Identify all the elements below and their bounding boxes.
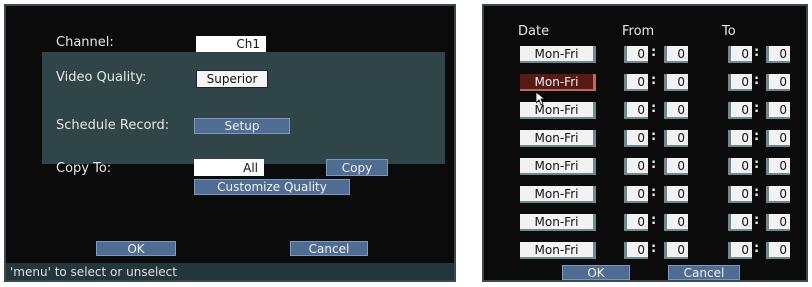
from-hour-field[interactable]: 0: [624, 46, 648, 63]
from-hour-field[interactable]: 0: [624, 158, 648, 175]
day-select[interactable]: Mon-Fri: [520, 214, 596, 231]
day-select[interactable]: Mon-Fri: [520, 158, 596, 175]
to-hour-field[interactable]: 0: [728, 242, 752, 259]
day-select[interactable]: Mon-Fri: [520, 186, 596, 203]
quality-section: Video Quality: Superior Schedule Record:…: [42, 52, 445, 164]
time-separator: :: [651, 185, 657, 200]
from-minute-field[interactable]: 0: [664, 242, 688, 259]
to-minute-field[interactable]: 0: [766, 102, 790, 119]
time-separator: :: [754, 101, 760, 116]
from-hour-field[interactable]: 0: [624, 102, 648, 119]
from-hour-field[interactable]: 0: [624, 214, 648, 231]
video-quality-label: Video Quality:: [56, 70, 147, 85]
day-select[interactable]: Mon-Fri: [520, 74, 596, 91]
date-header: Date: [518, 24, 550, 39]
time-separator: :: [651, 73, 657, 88]
from-header: From: [622, 24, 655, 39]
day-select[interactable]: Mon-Fri: [520, 46, 596, 63]
to-minute-field[interactable]: 0: [766, 214, 790, 231]
mouse-pointer-icon: [536, 92, 546, 106]
to-minute-field[interactable]: 0: [766, 186, 790, 203]
copy-to-label: Copy To:: [56, 161, 112, 176]
to-minute-field[interactable]: 0: [766, 242, 790, 259]
cancel-button[interactable]: Cancel: [290, 241, 368, 256]
day-select[interactable]: Mon-Fri: [520, 130, 596, 147]
from-minute-field[interactable]: 0: [664, 102, 688, 119]
time-separator: :: [651, 213, 657, 228]
to-hour-field[interactable]: 0: [728, 102, 752, 119]
record-settings-panel: Channel: Ch1 Video Quality: Superior Sch…: [4, 4, 456, 282]
schedule-panel: Date From To Mon-Fri 0 0 0 0:: Mon-Fri 0 0 0 0:: M…: [482, 4, 808, 282]
schedule-cancel-button[interactable]: Cancel: [668, 265, 740, 280]
to-minute-field[interactable]: 0: [766, 130, 790, 147]
channel-select[interactable]: Ch1: [196, 36, 266, 52]
from-hour-field[interactable]: 0: [624, 74, 648, 91]
to-hour-field[interactable]: 0: [728, 46, 752, 63]
time-separator: :: [651, 129, 657, 144]
to-header: To: [722, 24, 736, 39]
time-separator: :: [651, 157, 657, 172]
time-separator: :: [651, 101, 657, 116]
copy-to-select[interactable]: All: [194, 159, 264, 176]
to-minute-field[interactable]: 0: [766, 158, 790, 175]
setup-button[interactable]: Setup: [194, 118, 290, 134]
copy-button[interactable]: Copy: [326, 159, 388, 176]
day-select[interactable]: Mon-Fri: [520, 242, 596, 259]
from-hour-field[interactable]: 0: [624, 242, 648, 259]
schedule-ok-button[interactable]: OK: [562, 265, 630, 280]
time-separator: :: [754, 241, 760, 256]
video-quality-select[interactable]: Superior: [196, 70, 268, 88]
status-bar: 'menu' to select or unselect: [6, 263, 454, 280]
time-separator: :: [651, 241, 657, 256]
from-minute-field[interactable]: 0: [664, 186, 688, 203]
time-separator: :: [754, 185, 760, 200]
from-minute-field[interactable]: 0: [664, 214, 688, 231]
to-hour-field[interactable]: 0: [728, 158, 752, 175]
time-separator: :: [754, 129, 760, 144]
to-hour-field[interactable]: 0: [728, 186, 752, 203]
from-hour-field[interactable]: 0: [624, 130, 648, 147]
time-separator: :: [651, 45, 657, 60]
time-separator: :: [754, 213, 760, 228]
day-select[interactable]: Mon-Fri: [520, 102, 596, 119]
from-minute-field[interactable]: 0: [664, 46, 688, 63]
time-separator: :: [754, 157, 760, 172]
channel-label: Channel:: [56, 35, 114, 50]
from-hour-field[interactable]: 0: [624, 186, 648, 203]
customize-quality-button[interactable]: Customize Quality: [194, 179, 350, 195]
from-minute-field[interactable]: 0: [664, 74, 688, 91]
time-separator: :: [754, 73, 760, 88]
from-minute-field[interactable]: 0: [664, 130, 688, 147]
to-hour-field[interactable]: 0: [728, 74, 752, 91]
ok-button[interactable]: OK: [96, 241, 176, 256]
from-minute-field[interactable]: 0: [664, 158, 688, 175]
to-hour-field[interactable]: 0: [728, 130, 752, 147]
to-minute-field[interactable]: 0: [766, 74, 790, 91]
to-hour-field[interactable]: 0: [728, 214, 752, 231]
to-minute-field[interactable]: 0: [766, 46, 790, 63]
time-separator: :: [754, 45, 760, 60]
schedule-record-label: Schedule Record:: [56, 118, 170, 133]
